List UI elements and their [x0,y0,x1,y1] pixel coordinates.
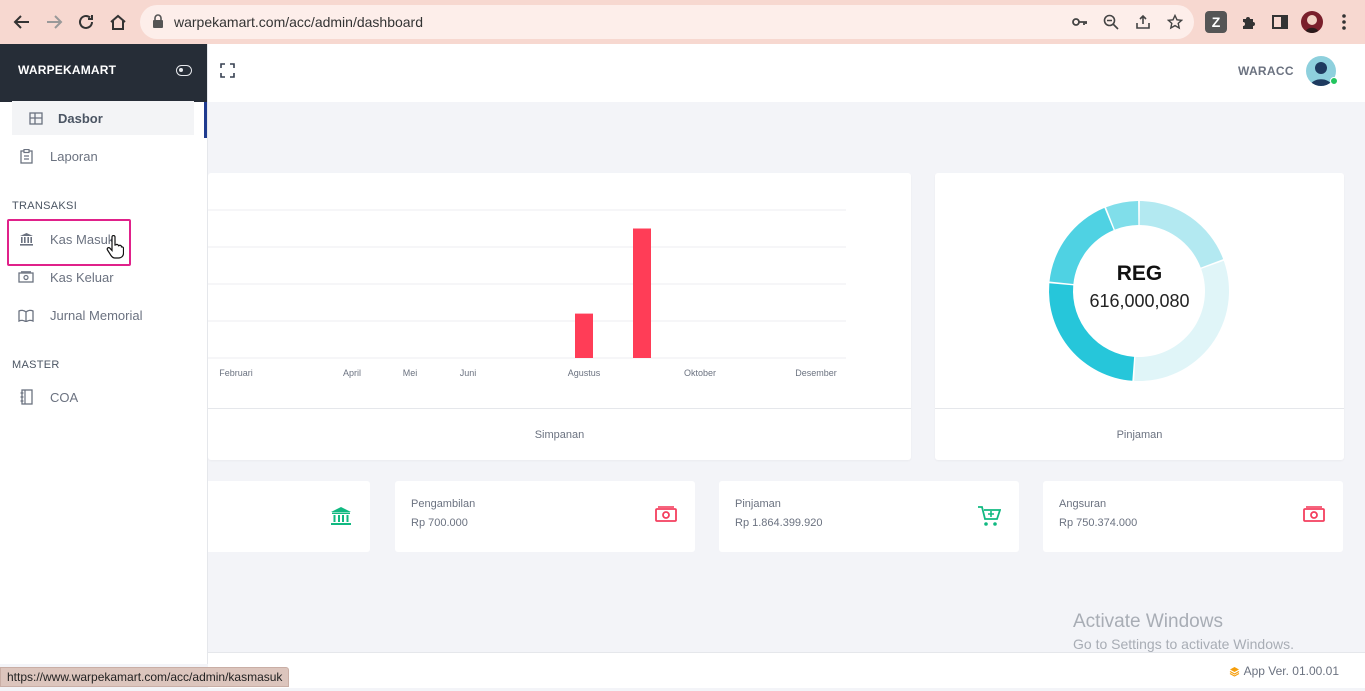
x-tick-label: Juni [459,368,477,378]
stat-card-angsuran: Angsuran Rp 750.374.000 [1043,481,1343,552]
bank-icon [330,506,352,531]
pinjaman-footer: Pinjaman [935,408,1344,460]
donut-value: 616,000,080 [1089,291,1190,311]
money-icon [1303,506,1325,527]
sidebar-item-label: Dasbor [58,110,103,126]
zoom-icon[interactable] [1102,13,1120,31]
x-tick-label: April [342,368,362,378]
bar-agustus[interactable] [575,313,593,358]
x-tick-label: Oktober [683,368,717,378]
sidebar-item-label: Jurnal Memorial [50,307,143,323]
back-icon[interactable] [10,10,34,34]
lock-icon [152,14,164,33]
bar-september[interactable] [633,228,651,359]
more-vertical-icon[interactable] [1333,11,1355,33]
grid-icon [28,110,44,126]
hand-cursor-icon [106,234,125,264]
stat-title: Pengambilan [411,498,476,510]
sidebar-item-label: COA [50,389,79,405]
url-text: warpekamart.com/acc/admin/dashboard [174,14,424,30]
x-tick-label: Mei [402,368,418,378]
section-master: MASTER [12,359,60,371]
stat-card-pinjaman: Pinjaman Rp 1.864.399.920 [719,481,1019,552]
sidebar-item-dasbor[interactable]: Dasbor [12,101,194,135]
browser-toolbar: warpekamart.com/acc/admin/dashboard Z [0,0,1365,44]
star-icon[interactable] [1166,13,1184,31]
donut-slice-0[interactable] [1139,201,1224,268]
sidepanel-icon[interactable] [1269,11,1291,33]
stat-card-pengambilan: Pengambilan Rp 700.000 [395,481,695,552]
windows-watermark-title: Activate Windows [1073,611,1223,632]
key-icon[interactable] [1071,13,1089,31]
active-indicator [204,102,207,138]
notebook-icon [18,389,34,405]
x-tick-label: Agustus [567,368,601,378]
sidebar-item-jurnal-memorial[interactable]: Jurnal Memorial [12,298,194,332]
layers-icon [1229,666,1239,677]
forward-icon[interactable] [42,10,66,34]
stat-value: Rp 1.864.399.920 [735,517,823,529]
money-icon [18,269,34,285]
stat-title: Angsuran [1059,498,1107,510]
puzzle-icon[interactable] [1237,11,1259,33]
sidebar-toggle-icon[interactable] [176,65,192,76]
fullscreen-icon[interactable] [220,63,235,83]
sidebar-item-label: Laporan [50,148,98,164]
simpanan-chart-card: Februari April Mei Juni Agustus Oktober Desemb… [208,173,911,460]
section-transaksi: TRANSAKSI [12,200,78,212]
sidebar: WARPEKAMART [0,44,208,664]
status-bar-url: https://www.warpekamart.com/acc/admin/ka… [0,667,290,687]
cart-icon [977,504,1002,533]
stat-value: Rp 700.000 [411,517,468,529]
clipboard-icon [18,148,34,164]
x-tick-label: Desember [795,368,837,378]
page-footer: App Ver. 01.00.01 [208,652,1365,688]
donut-title: REG [1116,262,1163,285]
reload-icon[interactable] [74,10,98,34]
sidebar-item-label: Kas Keluar [50,269,114,285]
sidebar-header: WARPEKAMART [0,44,207,102]
sidebar-item-laporan[interactable]: Laporan [12,139,194,173]
home-icon[interactable] [106,10,130,34]
brand-name[interactable]: WARPEKAMART [18,63,116,77]
stat-value: Rp 750.374.000 [1059,517,1138,529]
user-name[interactable]: WARACC [1238,64,1294,78]
pinjaman-chart-card: REG 616,000,080 Pinjaman [935,173,1344,460]
windows-watermark-subtitle: Go to Settings to activate Windows. [1073,636,1294,652]
profile-avatar-icon[interactable] [1301,11,1323,33]
address-bar[interactable]: warpekamart.com/acc/admin/dashboard [140,5,1194,39]
money-icon [655,506,677,527]
stat-title: Pinjaman [735,498,781,510]
simpanan-footer: Simpanan [208,408,911,460]
top-header: WARACC [208,44,1365,102]
extension-z-icon[interactable]: Z [1205,11,1227,33]
share-icon[interactable] [1134,13,1152,31]
app-version-text: App Ver. 01.00.01 [1243,664,1339,678]
donut-chart [1049,201,1229,381]
app-version: App Ver. 01.00.01 [1229,664,1339,678]
sidebar-item-coa[interactable]: COA [12,380,194,414]
x-tick-label: Februari [219,368,253,378]
book-icon [18,307,34,323]
online-status-dot [1330,77,1338,85]
